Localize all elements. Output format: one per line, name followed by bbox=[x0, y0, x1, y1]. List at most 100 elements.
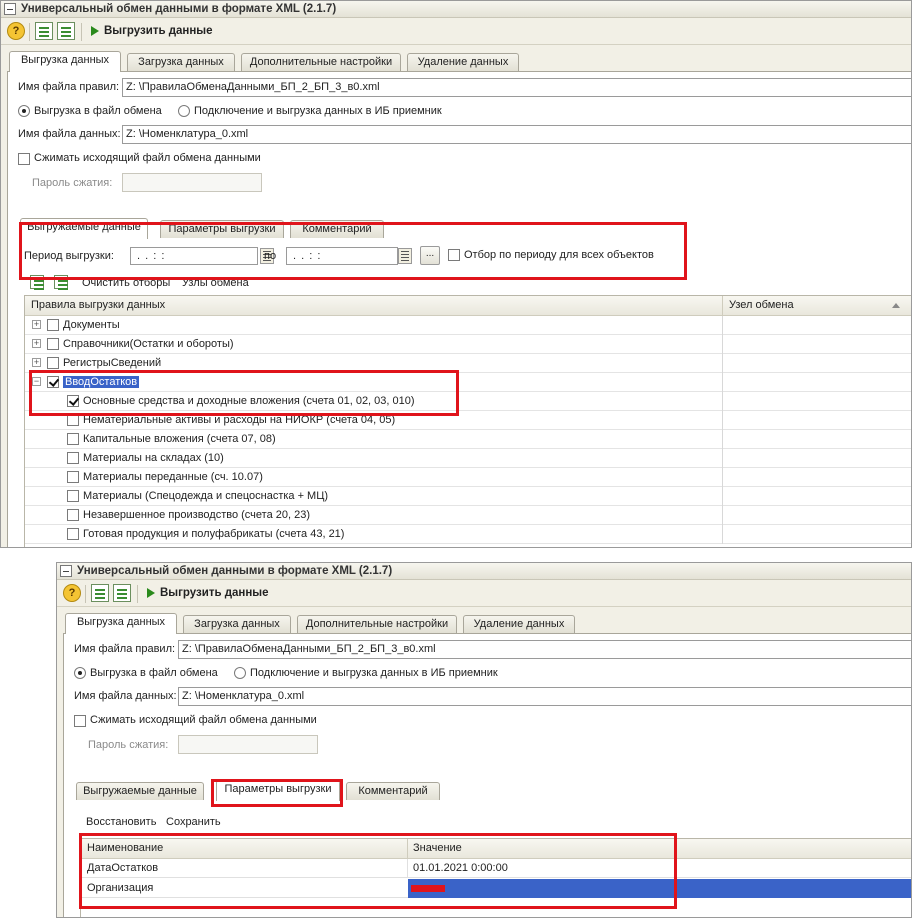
radio-export-to-file-label[interactable]: Выгрузка в файл обмена bbox=[90, 667, 218, 679]
data-file-label: Имя файла данных: bbox=[18, 128, 121, 140]
tab-additional-settings[interactable]: Дополнительные настройки bbox=[241, 53, 401, 71]
tree-row[interactable]: − ВводОстатков bbox=[25, 373, 911, 392]
expand-tree-icon[interactable] bbox=[35, 22, 53, 40]
radio-export-to-file[interactable] bbox=[74, 667, 86, 679]
param-value[interactable]: 01.01.2021 0:00:00 bbox=[413, 862, 508, 874]
table-row[interactable]: ДатаОстатков 01.01.2021 0:00:00 bbox=[81, 859, 911, 878]
tab-import[interactable]: Загрузка данных bbox=[127, 53, 235, 71]
rules-file-field[interactable]: Z: \ПравилаОбменаДанными_БП_2_БП_3_в0.xm… bbox=[178, 640, 911, 659]
col-value-header[interactable]: Значение bbox=[413, 842, 462, 854]
help-icon[interactable]: ? bbox=[63, 584, 81, 602]
rule-checkbox[interactable] bbox=[67, 471, 79, 483]
period-to-field[interactable]: . . : : bbox=[286, 247, 398, 265]
tree-row[interactable]: Готовая продукция и полуфабрикаты (счета… bbox=[25, 525, 911, 544]
col-divider bbox=[722, 525, 723, 544]
tab-comment[interactable]: Комментарий bbox=[346, 782, 440, 800]
check-all-icon[interactable] bbox=[30, 275, 44, 289]
rule-checkbox[interactable] bbox=[67, 414, 79, 426]
compress-checkbox[interactable] bbox=[74, 715, 86, 727]
period-from-field[interactable]: . . : : bbox=[130, 247, 258, 265]
top-window: Универсальный обмен данными в формате XM… bbox=[0, 0, 912, 548]
app-icon bbox=[4, 3, 16, 15]
table-row[interactable]: Организация bbox=[81, 879, 911, 898]
rule-checkbox[interactable] bbox=[67, 452, 79, 464]
filter-all-label[interactable]: Отбор по периоду для всех объектов bbox=[464, 249, 654, 261]
tree-row[interactable]: Основные средства и доходные вложения (с… bbox=[25, 392, 911, 411]
play-icon[interactable] bbox=[91, 26, 99, 36]
tree-row-label: РегистрыСведений bbox=[63, 357, 162, 369]
tab-additional-settings[interactable]: Дополнительные настройки bbox=[297, 615, 457, 633]
compress-label[interactable]: Сжимать исходящий файл обмена данными bbox=[34, 152, 261, 164]
export-data-button[interactable]: Выгрузить данные bbox=[104, 25, 213, 37]
tab-export-params[interactable]: Параметры выгрузки bbox=[216, 780, 340, 801]
compress-checkbox[interactable] bbox=[18, 153, 30, 165]
tree-row[interactable]: Незавершенное производство (счета 20, 23… bbox=[25, 506, 911, 525]
tab-exported-data[interactable]: Выгружаемые данные bbox=[76, 782, 204, 800]
rule-checkbox[interactable] bbox=[67, 528, 79, 540]
tab-export-params[interactable]: Параметры выгрузки bbox=[160, 220, 284, 238]
filter-all-checkbox[interactable] bbox=[448, 249, 460, 261]
tab-import[interactable]: Загрузка данных bbox=[183, 615, 291, 633]
restore-button[interactable]: Восстановить bbox=[86, 816, 156, 828]
col-node-header[interactable]: Узел обмена bbox=[729, 299, 794, 311]
tab-delete-data[interactable]: Удаление данных bbox=[407, 53, 519, 71]
tab-comment[interactable]: Комментарий bbox=[290, 220, 384, 238]
rule-checkbox[interactable] bbox=[47, 338, 59, 350]
period-select-button[interactable]: ... bbox=[420, 246, 440, 265]
calendar-icon[interactable] bbox=[398, 248, 412, 264]
help-icon[interactable]: ? bbox=[7, 22, 25, 40]
play-icon[interactable] bbox=[147, 588, 155, 598]
params-header: Наименование Значение bbox=[81, 839, 911, 859]
tree-row[interactable]: Материалы на складах (10) bbox=[25, 449, 911, 468]
tree-row-label: Материалы переданные (сч. 10.07) bbox=[83, 471, 263, 483]
tree-row[interactable]: Капитальные вложения (счета 07, 08) bbox=[25, 430, 911, 449]
export-data-button[interactable]: Выгрузить данные bbox=[160, 587, 269, 599]
tree-row[interactable]: Нематериальные активы и расходы на НИОКР… bbox=[25, 411, 911, 430]
tree-row[interactable]: Материалы (Спецодежда и спецоснастка + М… bbox=[25, 487, 911, 506]
rule-checkbox[interactable] bbox=[47, 357, 59, 369]
rule-checkbox[interactable] bbox=[67, 509, 79, 521]
data-file-field[interactable]: Z: \Номенклатура_0.xml bbox=[122, 125, 911, 144]
tree-row[interactable]: Материалы переданные (сч. 10.07) bbox=[25, 468, 911, 487]
rule-checkbox[interactable] bbox=[47, 319, 59, 331]
expand-icon[interactable]: + bbox=[32, 358, 41, 367]
radio-export-to-ib-label[interactable]: Подключение и выгрузка данных в ИБ прием… bbox=[194, 105, 442, 117]
col-name-header[interactable]: Наименование bbox=[87, 842, 163, 854]
collapse-tree-icon[interactable] bbox=[57, 22, 75, 40]
tab-delete-data[interactable]: Удаление данных bbox=[463, 615, 575, 633]
expand-icon[interactable]: + bbox=[32, 320, 41, 329]
tab-export[interactable]: Выгрузка данных bbox=[9, 51, 121, 72]
tree-row[interactable]: + Документы bbox=[25, 316, 911, 335]
collapse-tree-icon[interactable] bbox=[113, 584, 131, 602]
tree-row-label: Справочники(Остатки и обороты) bbox=[63, 338, 234, 350]
col-rules-header[interactable]: Правила выгрузки данных bbox=[31, 299, 165, 311]
save-button[interactable]: Сохранить bbox=[166, 816, 221, 828]
radio-export-to-ib[interactable] bbox=[234, 667, 246, 679]
param-value-selected[interactable] bbox=[408, 879, 911, 898]
radio-export-to-file[interactable] bbox=[18, 105, 30, 117]
expand-tree-icon[interactable] bbox=[91, 584, 109, 602]
col-divider bbox=[722, 296, 723, 316]
tab-export[interactable]: Выгрузка данных bbox=[65, 613, 177, 634]
tree-row[interactable]: + Справочники(Остатки и обороты) bbox=[25, 335, 911, 354]
radio-export-to-ib[interactable] bbox=[178, 105, 190, 117]
exchange-nodes-button[interactable]: Узлы обмена bbox=[182, 277, 249, 289]
rule-checkbox[interactable] bbox=[67, 395, 79, 407]
rule-checkbox[interactable] bbox=[67, 433, 79, 445]
uncheck-all-icon[interactable] bbox=[54, 275, 68, 289]
compress-label[interactable]: Сжимать исходящий файл обмена данными bbox=[90, 714, 317, 726]
clear-filters-button[interactable]: Очистить отборы bbox=[82, 277, 170, 289]
radio-export-to-file-label[interactable]: Выгрузка в файл обмена bbox=[34, 105, 162, 117]
rules-file-field[interactable]: Z: \ПравилаОбменаДанными_БП_2_БП_3_в0.xm… bbox=[122, 78, 911, 97]
tree-row[interactable]: + РегистрыСведений bbox=[25, 354, 911, 373]
data-file-field[interactable]: Z: \Номенклатура_0.xml bbox=[178, 687, 911, 706]
tree-row-label: Документы bbox=[63, 319, 120, 331]
tab-exported-data[interactable]: Выгружаемые данные bbox=[20, 218, 148, 239]
period-label: Период выгрузки: bbox=[24, 250, 114, 262]
collapse-icon[interactable]: − bbox=[32, 377, 41, 386]
scroll-up-icon[interactable] bbox=[889, 298, 903, 314]
rule-checkbox[interactable] bbox=[67, 490, 79, 502]
expand-icon[interactable]: + bbox=[32, 339, 41, 348]
rule-checkbox[interactable] bbox=[47, 376, 59, 388]
radio-export-to-ib-label[interactable]: Подключение и выгрузка данных в ИБ прием… bbox=[250, 667, 498, 679]
